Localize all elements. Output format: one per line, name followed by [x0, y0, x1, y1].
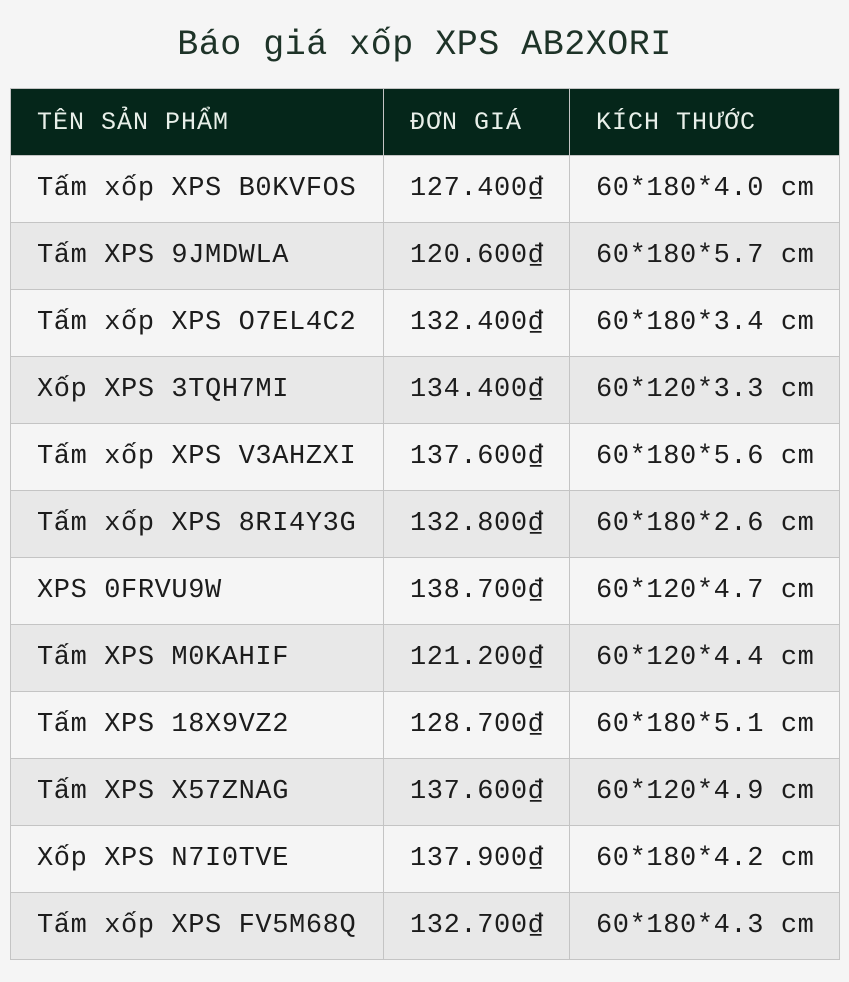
- price-cell: 127.400₫: [383, 155, 570, 223]
- price-table: TÊN SẢN PHẨM ĐƠN GIÁ KÍCH THƯỚC Tấm xốp …: [10, 88, 840, 960]
- product-name-cell: Tấm XPS M0KAHIF: [10, 624, 384, 692]
- product-name-cell: Xốp XPS 3TQH7MI: [10, 356, 384, 424]
- size-cell: 60*180*2.6 cm: [569, 490, 840, 558]
- size-cell: 60*120*4.7 cm: [569, 557, 840, 625]
- product-name-cell: Tấm xốp XPS FV5M68Q: [10, 892, 384, 960]
- price-cell: 137.600₫: [383, 423, 570, 491]
- size-cell: 60*180*5.1 cm: [569, 691, 840, 759]
- price-cell: 128.700₫: [383, 691, 570, 759]
- size-cell: 60*120*3.3 cm: [569, 356, 840, 424]
- product-name-cell: Tấm xốp XPS O7EL4C2: [10, 289, 384, 357]
- page-title: Báo giá xốp XPS AB2XORI: [177, 25, 672, 65]
- size-cell: 60*180*4.2 cm: [569, 825, 840, 893]
- table-header-row: TÊN SẢN PHẨM ĐƠN GIÁ KÍCH THƯỚC: [10, 88, 840, 156]
- price-cell: 132.800₫: [383, 490, 570, 558]
- product-name-cell: Tấm XPS X57ZNAG: [10, 758, 384, 826]
- price-cell: 132.400₫: [383, 289, 570, 357]
- size-cell: 60*120*4.4 cm: [569, 624, 840, 692]
- price-cell: 121.200₫: [383, 624, 570, 692]
- table-row: Tấm xốp XPS V3AHZXI 137.600₫ 60*180*5.6 …: [10, 423, 840, 491]
- table-row: Xốp XPS 3TQH7MI 134.400₫ 60*120*3.3 cm: [10, 356, 840, 424]
- price-cell: 132.700₫: [383, 892, 570, 960]
- table-row: Tấm xốp XPS B0KVFOS 127.400₫ 60*180*4.0 …: [10, 155, 840, 223]
- table-row: Tấm XPS 9JMDWLA 120.600₫ 60*180*5.7 cm: [10, 222, 840, 290]
- product-name-cell: Tấm xốp XPS B0KVFOS: [10, 155, 384, 223]
- size-cell: 60*180*5.7 cm: [569, 222, 840, 290]
- product-name-cell: Tấm xốp XPS 8RI4Y3G: [10, 490, 384, 558]
- size-cell: 60*180*5.6 cm: [569, 423, 840, 491]
- size-cell: 60*180*4.3 cm: [569, 892, 840, 960]
- table-row: Tấm xốp XPS 8RI4Y3G 132.800₫ 60*180*2.6 …: [10, 490, 840, 558]
- product-name-cell: XPS 0FRVU9W: [10, 557, 384, 625]
- price-cell: 134.400₫: [383, 356, 570, 424]
- size-cell: 60*180*3.4 cm: [569, 289, 840, 357]
- price-cell: 120.600₫: [383, 222, 570, 290]
- table-row: Tấm XPS X57ZNAG 137.600₫ 60*120*4.9 cm: [10, 758, 840, 826]
- product-name-cell: Tấm XPS 18X9VZ2: [10, 691, 384, 759]
- table-row: Tấm xốp XPS O7EL4C2 132.400₫ 60*180*3.4 …: [10, 289, 840, 357]
- size-cell: 60*120*4.9 cm: [569, 758, 840, 826]
- table-row: Tấm XPS M0KAHIF 121.200₫ 60*120*4.4 cm: [10, 624, 840, 692]
- table-row: Tấm xốp XPS FV5M68Q 132.700₫ 60*180*4.3 …: [10, 892, 840, 960]
- column-header-name: TÊN SẢN PHẨM: [10, 88, 384, 156]
- price-cell: 138.700₫: [383, 557, 570, 625]
- table-row: Xốp XPS N7I0TVE 137.900₫ 60*180*4.2 cm: [10, 825, 840, 893]
- product-name-cell: Tấm XPS 9JMDWLA: [10, 222, 384, 290]
- product-name-cell: Tấm xốp XPS V3AHZXI: [10, 423, 384, 491]
- product-name-cell: Xốp XPS N7I0TVE: [10, 825, 384, 893]
- table-row: XPS 0FRVU9W 138.700₫ 60*120*4.7 cm: [10, 557, 840, 625]
- column-header-price: ĐƠN GIÁ: [383, 88, 570, 156]
- size-cell: 60*180*4.0 cm: [569, 155, 840, 223]
- price-cell: 137.600₫: [383, 758, 570, 826]
- table-row: Tấm XPS 18X9VZ2 128.700₫ 60*180*5.1 cm: [10, 691, 840, 759]
- column-header-size: KÍCH THƯỚC: [569, 88, 840, 156]
- price-cell: 137.900₫: [383, 825, 570, 893]
